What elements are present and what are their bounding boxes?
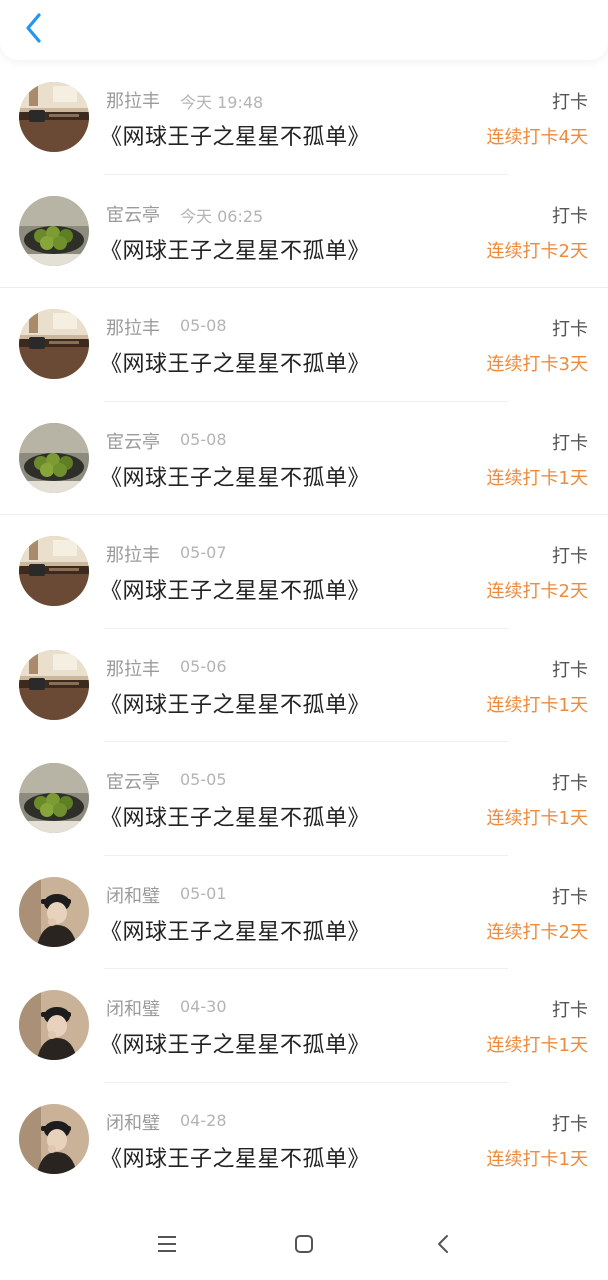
timestamp: 04-28 (180, 1110, 227, 1130)
username[interactable]: 那拉丰 (106, 655, 160, 681)
avatar[interactable] (19, 195, 89, 266)
menu-button[interactable] (151, 1228, 183, 1260)
record-type: 打卡 (552, 432, 588, 454)
record-type: 打卡 (552, 92, 588, 113)
record-type: 打卡 (552, 1113, 588, 1135)
book-title: 《网球王子之星星不孤单》 (100, 352, 371, 377)
avatar[interactable] (19, 1103, 89, 1174)
username[interactable]: 闭和璧 (106, 882, 160, 908)
avatar[interactable] (19, 536, 89, 606)
streak-badge: 连续打卡4天 (486, 127, 588, 148)
list-item[interactable]: 宦云亭 05-08 《网球王子之星星不孤单》 打卡连续打卡1天 (0, 402, 608, 515)
username[interactable]: 那拉丰 (106, 87, 160, 113)
back-button[interactable] (14, 8, 54, 48)
avatar[interactable] (19, 422, 89, 493)
streak-badge: 连续打卡1天 (486, 467, 588, 489)
streak-badge: 连续打卡2天 (486, 581, 588, 602)
username[interactable]: 宦云亭 (106, 768, 160, 794)
streak-badge: 连续打卡1天 (486, 1035, 588, 1056)
timestamp: 今天 06:25 (180, 206, 264, 226)
list-item[interactable]: 那拉丰 05-06 《网球王子之星星不孤单》 打卡连续打卡1天 (0, 629, 608, 742)
username[interactable]: 闭和璧 (106, 1109, 160, 1135)
list-item[interactable]: 宦云亭 今天 06:25 《网球王子之星星不孤单》 打卡连续打卡2天 (0, 175, 608, 288)
record-type: 打卡 (552, 1000, 588, 1021)
list-item[interactable]: 宦云亭 05-05 《网球王子之星星不孤单》 打卡连续打卡1天 (0, 742, 608, 856)
list-item[interactable]: 闭和璧 04-30 《网球王子之星星不孤单》 打卡连续打卡1天 (0, 969, 608, 1083)
timestamp: 今天 19:48 (180, 93, 264, 112)
record-type: 打卡 (552, 659, 588, 681)
book-title: 《网球王子之星星不孤单》 (100, 125, 371, 150)
home-button[interactable] (288, 1228, 320, 1260)
list-item[interactable]: 闭和璧 05-01 《网球王子之星星不孤单》 打卡连续打卡2天 (0, 856, 608, 969)
book-title: 《网球王子之星星不孤单》 (100, 238, 371, 264)
list-item[interactable]: 闭和璧 04-28 《网球王子之星星不孤单》 打卡连续打卡1天 (0, 1083, 608, 1197)
avatar[interactable] (19, 649, 89, 720)
book-title: 《网球王子之星星不孤单》 (100, 1033, 371, 1058)
list-item[interactable]: 那拉丰 05-08 《网球王子之星星不孤单》 打卡连续打卡3天 (0, 288, 608, 402)
screen: 那拉丰 今天 19:48 《网球王子之星星不孤单》 打卡 连续打卡4天 宦云亭 今天 06:… (0, 0, 608, 1280)
top-bar (0, 0, 608, 60)
record-type: 打卡 (552, 546, 588, 567)
timestamp: 05-06 (180, 656, 227, 676)
avatar[interactable] (19, 309, 89, 379)
timestamp: 05-05 (180, 770, 227, 789)
home-square-icon (295, 1235, 313, 1253)
username[interactable]: 那拉丰 (106, 314, 160, 340)
avatar[interactable] (19, 763, 89, 833)
book-title: 《网球王子之星星不孤单》 (100, 1146, 371, 1172)
timestamp: 04-30 (180, 997, 227, 1016)
streak-badge: 连续打卡1天 (486, 694, 588, 716)
record-type: 打卡 (552, 319, 588, 340)
avatar[interactable] (19, 876, 89, 947)
username[interactable]: 宦云亭 (106, 428, 160, 454)
timestamp: 05-08 (180, 429, 227, 449)
timestamp: 05-07 (180, 543, 227, 562)
list-item[interactable]: 那拉丰 05-07 《网球王子之星星不孤单》 打卡连续打卡2天 (0, 515, 608, 629)
system-navigation-bar (0, 1208, 608, 1280)
username[interactable]: 那拉丰 (106, 541, 160, 567)
book-title: 《网球王子之星星不孤单》 (100, 465, 371, 491)
streak-badge: 连续打卡1天 (486, 1148, 588, 1170)
book-title: 《网球王子之星星不孤单》 (100, 692, 371, 718)
record-type: 打卡 (552, 205, 588, 227)
book-title: 《网球王子之星星不孤单》 (100, 919, 371, 945)
streak-badge: 连续打卡2天 (486, 240, 588, 262)
record-type: 打卡 (552, 773, 588, 794)
timestamp: 05-08 (180, 316, 227, 335)
streak-badge: 连续打卡1天 (486, 808, 588, 829)
avatar[interactable] (19, 990, 89, 1060)
back-triangle-icon (438, 1235, 448, 1253)
chevron-left-icon (26, 13, 41, 43)
timestamp: 05-01 (180, 883, 227, 903)
list-item[interactable]: 那拉丰 今天 19:48 《网球王子之星星不孤单》 打卡连续打卡4天 (0, 61, 608, 175)
streak-badge: 连续打卡2天 (486, 921, 588, 943)
menu-icon (158, 1236, 176, 1252)
streak-badge: 连续打卡3天 (486, 354, 588, 375)
username[interactable]: 闭和璧 (106, 995, 160, 1021)
avatar[interactable] (19, 82, 89, 152)
checkin-record-list: 那拉丰 今天 19:48 《网球王子之星星不孤单》 打卡 连续打卡4天 宦云亭 今天 06:… (0, 61, 608, 1196)
username[interactable]: 宦云亭 (106, 201, 160, 227)
book-title: 《网球王子之星星不孤单》 (100, 806, 371, 831)
book-title: 《网球王子之星星不孤单》 (100, 579, 371, 604)
system-back-button[interactable] (427, 1228, 459, 1260)
record-type: 打卡 (552, 886, 588, 908)
